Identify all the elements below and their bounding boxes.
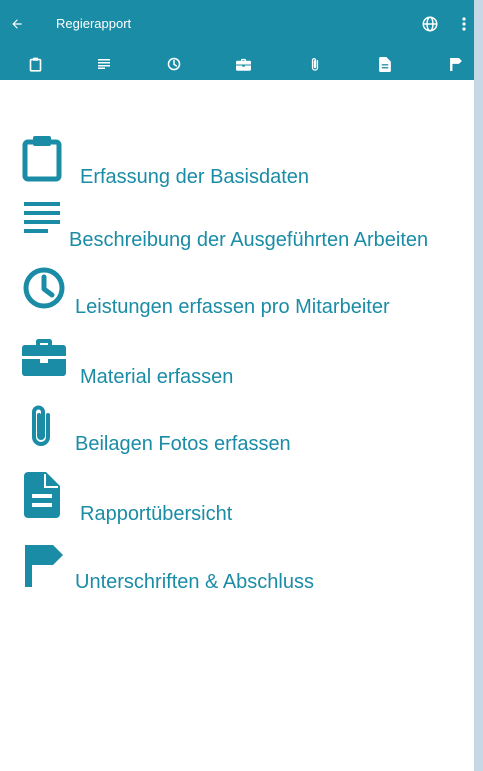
menu-item-material[interactable]: Material erfassen bbox=[0, 335, 474, 395]
globe-icon bbox=[421, 15, 439, 33]
tab-rapportuebersicht[interactable] bbox=[365, 52, 405, 76]
menu-item-label: Rapportübersicht bbox=[80, 503, 233, 525]
app-title: Regierapport bbox=[56, 16, 132, 31]
menu-item-beschreibung[interactable]: Beschreibung der Ausgeführten Arbeiten bbox=[0, 198, 474, 254]
notes-icon bbox=[98, 59, 110, 69]
flag-icon bbox=[450, 57, 462, 71]
menu-item-label: Beilagen Fotos erfassen bbox=[75, 433, 291, 455]
language-button[interactable] bbox=[420, 14, 440, 34]
menu-item-rapportuebersicht[interactable]: Rapportübersicht bbox=[0, 470, 474, 532]
clock-icon bbox=[167, 57, 181, 71]
clipboard-icon bbox=[29, 57, 42, 72]
menu-item-label: Beschreibung der Ausgeführten Arbeiten bbox=[69, 229, 429, 251]
tab-abschluss[interactable] bbox=[436, 52, 474, 76]
paperclip-icon bbox=[310, 57, 320, 72]
menu-item-label: Erfassung der Basisdaten bbox=[80, 166, 310, 188]
document-icon bbox=[24, 472, 60, 518]
more-vertical-icon bbox=[462, 17, 466, 31]
back-button[interactable] bbox=[6, 13, 28, 35]
menu-item-label: Leistungen erfassen pro Mitarbeiter bbox=[75, 296, 390, 318]
flag-icon bbox=[25, 545, 65, 587]
tab-basisdaten[interactable] bbox=[15, 52, 55, 76]
briefcase-icon bbox=[235, 58, 251, 71]
clock-icon bbox=[22, 266, 66, 310]
briefcase-icon bbox=[22, 337, 66, 377]
toolbar: Regierapport bbox=[0, 0, 474, 48]
clipboard-icon bbox=[22, 134, 62, 182]
overflow-menu-button[interactable] bbox=[456, 14, 472, 34]
menu-item-basisdaten[interactable]: Erfassung der Basisdaten bbox=[0, 130, 474, 190]
arrow-left-icon bbox=[10, 17, 24, 31]
menu-item-beilagen[interactable]: Beilagen Fotos erfassen bbox=[0, 400, 474, 462]
document-icon bbox=[379, 56, 391, 72]
tab-beschreibung[interactable] bbox=[84, 52, 124, 76]
menu-item-leistungen[interactable]: Leistungen erfassen pro Mitarbeiter bbox=[0, 262, 474, 324]
notes-icon bbox=[24, 202, 60, 238]
app-screen: Regierapport Erfassung der Basisdaten Be… bbox=[0, 0, 474, 771]
menu-item-label: Material erfassen bbox=[80, 366, 234, 388]
menu-item-label: Unterschriften & Abschluss bbox=[75, 571, 314, 593]
tab-beilagen[interactable] bbox=[295, 52, 335, 76]
paperclip-icon bbox=[28, 403, 54, 451]
menu-item-abschluss[interactable]: Unterschriften & Abschluss bbox=[0, 542, 474, 602]
app-bar: Regierapport bbox=[0, 0, 474, 80]
tab-leistungen[interactable] bbox=[154, 52, 194, 76]
tab-material[interactable] bbox=[223, 52, 263, 76]
